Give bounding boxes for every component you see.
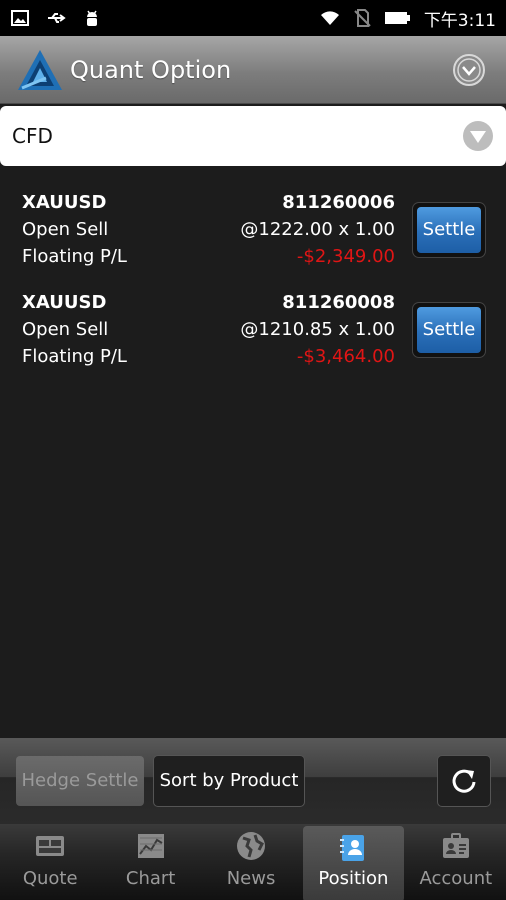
floating-pl-label: Floating P/L [22, 346, 127, 367]
clock: 下午3:11 [423, 10, 496, 31]
tab-chart[interactable]: Chart [100, 824, 200, 900]
settle-button-label: Settle [417, 207, 481, 253]
tab-label: Chart [125, 868, 176, 889]
position-order-id: 811260008 [282, 292, 395, 313]
settle-button-label: Settle [417, 307, 481, 353]
action-bar: Hedge Settle Sort by Product [0, 738, 506, 824]
wifi-icon [320, 11, 339, 25]
no-sim-icon [354, 9, 371, 27]
refresh-icon [452, 769, 476, 793]
position-price-qty: @1210.85 x 1.00 [240, 319, 395, 340]
position-row: XAUUSD 811260008 Open Sell @1210.85 x 1.… [0, 290, 506, 390]
position-icon [340, 835, 365, 861]
hedge-settle-button[interactable]: Hedge Settle [16, 756, 144, 806]
settle-button[interactable]: Settle [413, 203, 485, 257]
position-side: Open Sell [22, 319, 109, 340]
tab-label: Quote [22, 868, 78, 889]
position-symbol: XAUUSD [22, 292, 107, 313]
position-price-qty: @1222.00 x 1.00 [240, 219, 395, 240]
tab-position[interactable]: Position [303, 826, 404, 900]
floating-pl-label: Floating P/L [22, 246, 127, 267]
tab-label: Position [318, 868, 389, 889]
account-icon [442, 833, 469, 858]
position-side: Open Sell [22, 219, 109, 240]
tab-news[interactable]: News [201, 824, 301, 900]
tab-account[interactable]: Account [406, 824, 506, 900]
chart-icon [137, 834, 164, 858]
battery-icon [384, 12, 410, 24]
app-title: Quant Option [70, 56, 232, 84]
usb-icon [48, 13, 66, 23]
globe-icon [237, 832, 266, 860]
refresh-button[interactable] [438, 756, 490, 806]
position-symbol: XAUUSD [22, 192, 107, 213]
category-dropdown[interactable]: CFD [0, 106, 506, 166]
image-icon [11, 10, 29, 26]
settle-button[interactable]: Settle [413, 303, 485, 357]
quote-icon [36, 836, 65, 856]
sort-by-product-button[interactable]: Sort by Product [154, 756, 304, 806]
tab-quote[interactable]: Quote [0, 824, 100, 900]
quant-logo-icon [18, 50, 62, 90]
positions-list: XAUUSD 811260006 Open Sell @1222.00 x 1.… [0, 190, 506, 390]
app-header: Quant Option [0, 36, 506, 104]
status-bar: 下午3:11 [0, 0, 506, 36]
dropdown-arrow-icon [463, 121, 493, 151]
floating-pl-value: -$2,349.00 [296, 246, 395, 267]
tab-label: Account [419, 868, 493, 889]
position-order-id: 811260006 [282, 192, 395, 213]
chevron-down-circle-icon[interactable] [452, 53, 486, 87]
tab-label: News [226, 868, 276, 889]
bottom-tab-bar: Quote Chart News Position Account [0, 824, 506, 900]
position-row: XAUUSD 811260006 Open Sell @1222.00 x 1.… [0, 190, 506, 290]
android-debug-icon [87, 10, 97, 26]
floating-pl-value: -$3,464.00 [296, 346, 395, 367]
category-selected: CFD [12, 124, 53, 148]
